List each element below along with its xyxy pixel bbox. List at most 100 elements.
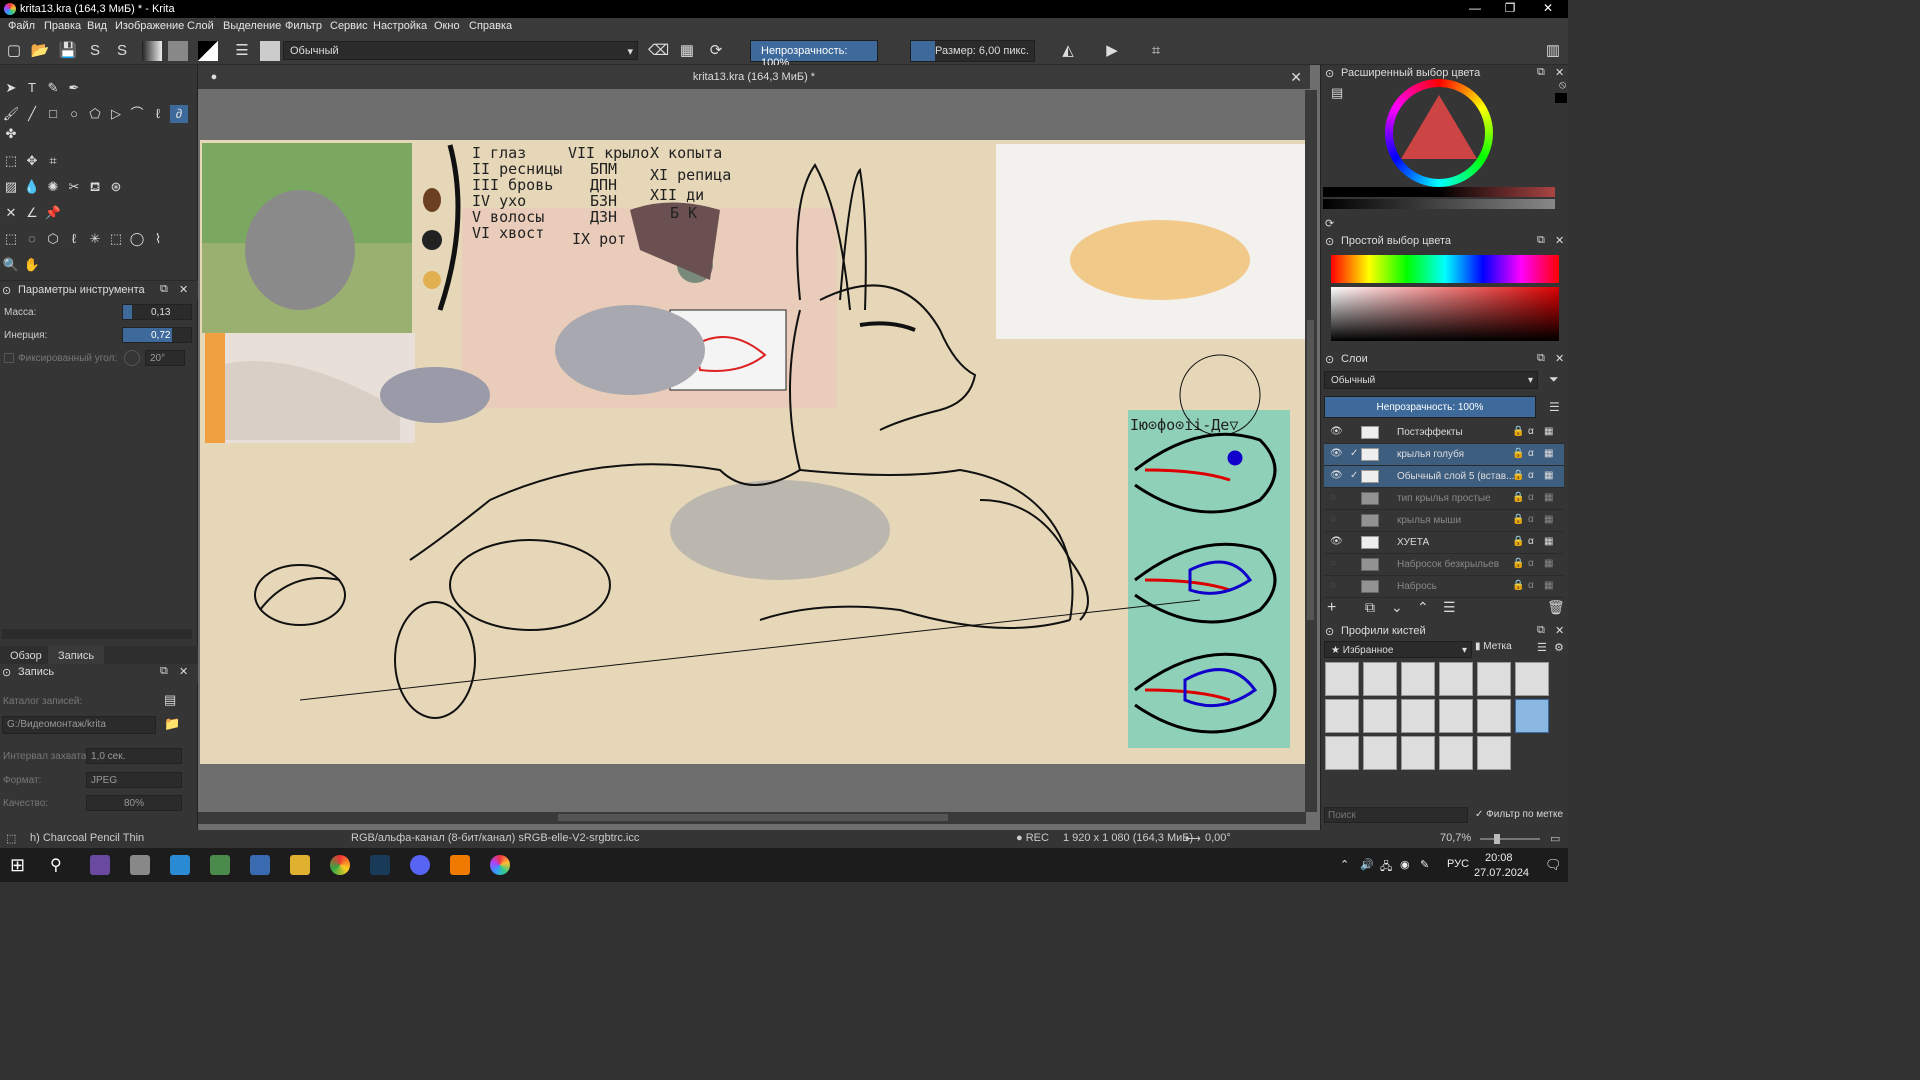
canvas-only-icon[interactable]: ▭ [1550, 832, 1560, 845]
size-slider[interactable]: Размер: 6,00 пикс. [910, 40, 1035, 62]
brush-preset-tile[interactable] [1477, 662, 1511, 696]
add-layer-icon[interactable]: + [1327, 599, 1336, 617]
tag-button[interactable]: ▮ Метка [1475, 641, 1531, 658]
eye-hidden-icon[interactable]: ○ [1330, 492, 1336, 503]
app-icon-2[interactable] [130, 855, 150, 875]
layer-row[interactable]: ○ Набрось 🔒 α ▦ [1324, 576, 1564, 598]
opacity-slider[interactable]: Непрозрачность: 100% [750, 40, 878, 69]
steam-icon[interactable] [370, 855, 390, 875]
inherit-alpha-icon[interactable]: ▦ [1544, 558, 1553, 569]
edit-shapes-icon[interactable]: ✎ [44, 79, 62, 97]
float-panel-icon[interactable]: ⧉ [1537, 234, 1545, 247]
eye-icon[interactable]: 👁 [1330, 426, 1343, 437]
eye-icon[interactable]: 👁 [1330, 448, 1343, 459]
magic-wand-icon[interactable]: ✳ [86, 230, 104, 248]
layer-row[interactable]: 👁 ✓ крылья голубя 🔒 α ▦ [1324, 444, 1564, 466]
zoom-handle[interactable] [1494, 834, 1500, 844]
close-panel-icon[interactable]: ✕ [1555, 624, 1564, 637]
lock-icon[interactable]: ⊙ [2, 284, 11, 297]
horizontal-canvas-scrollbar[interactable] [198, 812, 1306, 824]
alpha-lock-icon[interactable]: α [1528, 558, 1534, 569]
lock-icon[interactable]: ⊙ [1325, 353, 1334, 366]
inherit-alpha-icon[interactable]: ▦ [1544, 492, 1553, 503]
clock-date[interactable]: 27.07.2024 [1474, 867, 1529, 879]
freehand-select-icon[interactable]: ℓ [65, 230, 83, 248]
reload-preset-icon[interactable]: ⟳ [706, 41, 726, 61]
menu-layer[interactable]: Слой [187, 20, 214, 32]
chrome-icon[interactable] [330, 855, 350, 875]
color-history-bar[interactable] [1323, 187, 1555, 197]
brush-settings-icon[interactable]: ☰ [232, 41, 252, 61]
browse-folder-icon[interactable]: 📁 [164, 716, 180, 732]
pattern-icon[interactable] [168, 41, 188, 61]
layer-lock-icon[interactable]: 🔒 [1512, 558, 1524, 569]
save-incremental-icon[interactable]: S [85, 41, 105, 61]
open-folder-icon[interactable]: 📂 [30, 41, 50, 61]
zoom-value[interactable]: 70,7% [1440, 832, 1471, 844]
close-panel-icon[interactable]: ✕ [179, 665, 188, 678]
minimize-icon[interactable]: — [1455, 1, 1495, 15]
mass-slider[interactable]: 0,13 [122, 304, 192, 320]
menu-window[interactable]: Окно [434, 20, 460, 32]
mirror-horizontal-icon[interactable]: ◭ [1058, 41, 1078, 61]
crop-icon[interactable]: ⌗ [44, 152, 62, 170]
lock-icon[interactable]: ⊙ [1325, 67, 1334, 80]
clock-time[interactable]: 20:08 [1485, 852, 1513, 864]
notifications-icon[interactable]: 🗨 [1545, 857, 1562, 873]
brush-preset-tile[interactable] [1401, 736, 1435, 770]
zoom-icon[interactable]: 🔍 [2, 256, 20, 274]
brush-preset-tile[interactable] [1401, 662, 1435, 696]
select-shapes-icon[interactable]: ➤ [2, 79, 20, 97]
app-icon-5[interactable] [250, 855, 270, 875]
layer-opacity-slider[interactable]: Непрозрачность: 100% [1324, 396, 1536, 418]
pan-icon[interactable]: ✋ [23, 256, 41, 274]
zoom-slider[interactable] [1480, 834, 1540, 844]
save-icon[interactable]: 💾 [58, 41, 78, 61]
bezier-select-icon[interactable]: ◯ [128, 230, 146, 248]
mirror-vertical-icon[interactable]: ▶ [1102, 41, 1122, 61]
color-hue-ring[interactable] [1385, 79, 1493, 187]
save-backup-icon[interactable]: S [112, 41, 132, 61]
inherit-alpha-icon[interactable]: ▦ [1544, 580, 1553, 591]
filter-by-tag-checkbox[interactable]: ✓ Фильтр по метке [1475, 809, 1563, 820]
brush-preset-tile[interactable] [1363, 699, 1397, 733]
close-panel-icon[interactable]: ✕ [179, 283, 188, 296]
alpha-lock-icon[interactable]: α [1528, 492, 1534, 503]
horizontal-scrollbar[interactable] [2, 629, 192, 639]
brush-preset-tile[interactable] [1439, 699, 1473, 733]
color-shade-bar[interactable] [1323, 199, 1555, 209]
fg-bg-color-icon[interactable] [198, 41, 218, 61]
ellipse-select-icon[interactable]: ◌ [23, 230, 41, 248]
layer-properties-icon[interactable]: ☰ [1443, 599, 1456, 616]
gradient-tool-icon[interactable]: ▨ [2, 178, 20, 196]
polygon-select-icon[interactable]: ⬡ [44, 230, 62, 248]
angle-dial-icon[interactable] [124, 350, 140, 366]
color-settings-icon[interactable]: ▤ [1331, 85, 1343, 101]
brush-tool-icon[interactable]: 🖌 [2, 105, 20, 123]
tab-overview[interactable]: Обзор [10, 650, 42, 662]
brush-preset-tile[interactable] [1325, 736, 1359, 770]
vertical-scroll-thumb[interactable] [1307, 320, 1314, 620]
brush-preset-tile[interactable] [1363, 662, 1397, 696]
brush-preset-tile[interactable] [1477, 699, 1511, 733]
record-list-icon[interactable]: ▤ [164, 692, 176, 708]
duplicate-layer-icon[interactable]: ⧉ [1365, 599, 1375, 616]
close-panel-icon[interactable]: ✕ [1555, 66, 1564, 79]
eye-hidden-icon[interactable]: ○ [1330, 514, 1336, 525]
lock-icon[interactable]: ⊙ [1325, 235, 1334, 248]
line-tool-icon[interactable]: ╱ [23, 105, 41, 123]
float-panel-icon[interactable]: ⧉ [1537, 66, 1545, 79]
layer-menu-icon[interactable]: ☰ [1549, 400, 1560, 414]
close-document-icon[interactable]: ✕ [1290, 65, 1302, 89]
rect-select-icon[interactable]: ⬚ [2, 230, 20, 248]
bezier-tool-icon[interactable]: ⌒ [128, 105, 146, 123]
eye-hidden-icon[interactable]: ○ [1330, 558, 1336, 569]
tab-recorder[interactable]: Запись [48, 646, 105, 666]
menu-edit[interactable]: Правка [44, 20, 81, 32]
layer-row[interactable]: ○ Набросок безкрыльев 🔒 α ▦ [1324, 554, 1564, 576]
maximize-icon[interactable]: ❐ [1490, 1, 1530, 15]
fixed-angle-checkbox[interactable] [4, 353, 14, 363]
fixed-angle-field[interactable]: 20° [145, 350, 185, 366]
eye-icon[interactable]: 👁 [1330, 470, 1343, 481]
fill-tool-icon[interactable]: ⛾ [86, 178, 104, 196]
